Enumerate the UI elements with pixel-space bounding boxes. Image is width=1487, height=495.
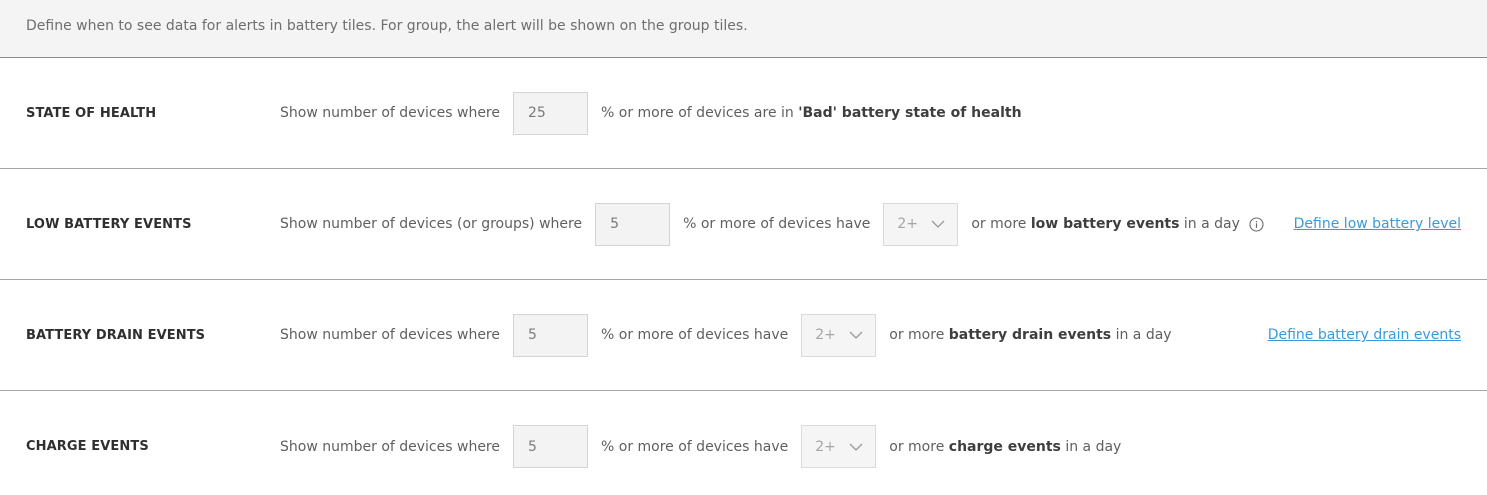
- rule-text: or more charge events in a day: [889, 439, 1121, 455]
- select-value: 2+: [897, 216, 918, 232]
- row-rule: Show number of devices where % or more o…: [280, 313, 1172, 357]
- alert-row-state-of-health: STATE OF HEALTH Show number of devices w…: [0, 58, 1487, 169]
- rule-text-before: % or more of devices are in: [601, 105, 799, 121]
- threshold-input[interactable]: [513, 425, 588, 468]
- chevron-down-icon: [849, 328, 863, 342]
- rule-text-after: in a day: [1179, 216, 1240, 232]
- page-description-bar: Define when to see data for alerts in ba…: [0, 0, 1487, 58]
- rule-bold-text: 'Bad' battery state of health: [798, 105, 1022, 121]
- rule-bold-text: charge events: [948, 438, 1061, 455]
- rule-text-after: in a day: [1060, 438, 1122, 455]
- define-battery-drain-events-link[interactable]: Define battery drain events: [1268, 327, 1461, 343]
- rule-text: or more low battery events in a day: [971, 216, 1240, 232]
- row-label: LOW BATTERY EVENTS: [26, 216, 192, 232]
- rule-prefix: Show number of devices (or groups) where: [280, 216, 583, 232]
- select-value: 2+: [815, 327, 836, 343]
- rule-bold-text: low battery events: [1030, 216, 1180, 232]
- rule-text-before: or more: [971, 216, 1031, 232]
- event-count-select[interactable]: 2+: [883, 202, 959, 246]
- chevron-down-icon: [849, 440, 863, 454]
- rule-middle-text: % or more of devices have: [601, 327, 789, 343]
- rule-prefix: Show number of devices where: [280, 438, 500, 455]
- info-icon[interactable]: [1249, 216, 1264, 232]
- threshold-input[interactable]: [595, 202, 671, 246]
- row-rule: Show number of devices where % or more o…: [280, 91, 1022, 135]
- threshold-input[interactable]: [513, 313, 588, 357]
- row-label: BATTERY DRAIN EVENTS: [26, 327, 206, 343]
- define-low-battery-level-link[interactable]: Define low battery level: [1294, 216, 1461, 232]
- row-label: CHARGE EVENTS: [26, 439, 149, 454]
- rule-middle-text: % or more of devices have: [683, 216, 871, 232]
- row-rule: Show number of devices where % or more o…: [280, 425, 1121, 468]
- chevron-down-icon: [931, 217, 945, 231]
- rule-text-after: in a day: [1111, 327, 1172, 343]
- rule-prefix: Show number of devices where: [280, 105, 500, 121]
- rule-text-before: or more: [889, 327, 949, 343]
- alert-row-low-battery-events: LOW BATTERY EVENTS Show number of device…: [0, 169, 1487, 280]
- rule-text: % or more of devices are in 'Bad' batter…: [601, 105, 1022, 121]
- row-rule: Show number of devices (or groups) where…: [280, 202, 1264, 246]
- row-label: STATE OF HEALTH: [26, 105, 157, 121]
- rule-middle-text: % or more of devices have: [601, 438, 789, 455]
- rule-bold-text: battery drain events: [948, 327, 1112, 343]
- select-value: 2+: [815, 438, 836, 455]
- rule-text: or more battery drain events in a day: [889, 327, 1171, 343]
- page-description: Define when to see data for alerts in ba…: [26, 17, 748, 34]
- rule-prefix: Show number of devices where: [280, 327, 500, 343]
- event-count-select[interactable]: 2+: [801, 313, 877, 357]
- event-count-select[interactable]: 2+: [801, 425, 877, 468]
- rule-text-before: or more: [889, 438, 949, 455]
- alert-row-charge-events: CHARGE EVENTS Show number of devices whe…: [0, 391, 1487, 495]
- threshold-input[interactable]: [513, 91, 588, 135]
- alert-row-battery-drain-events: BATTERY DRAIN EVENTS Show number of devi…: [0, 280, 1487, 391]
